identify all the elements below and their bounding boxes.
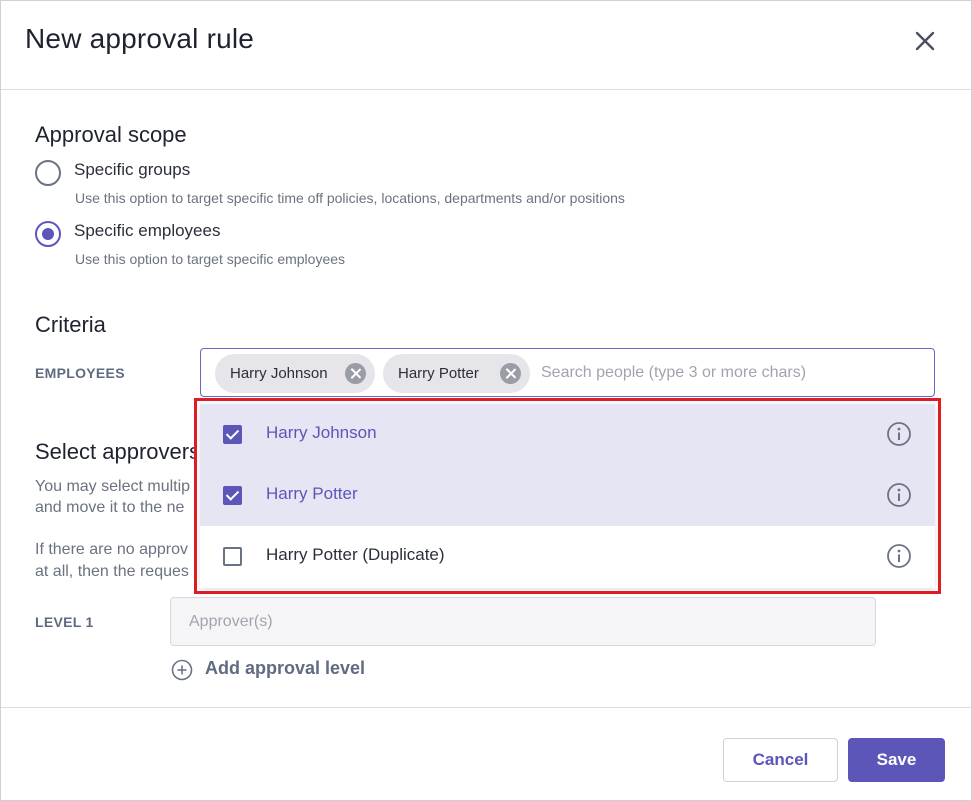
cancel-button[interactable]: Cancel — [723, 738, 838, 782]
info-icon[interactable] — [886, 482, 912, 508]
people-search-input[interactable] — [539, 359, 929, 387]
close-icon — [915, 31, 935, 51]
remove-chip-icon[interactable] — [500, 363, 521, 384]
plus-circle-icon — [171, 659, 193, 681]
approvers-description: and move it to the ne — [35, 499, 185, 516]
option-checkbox[interactable] — [223, 486, 242, 505]
chip-label: Harry Potter — [398, 365, 479, 382]
radio-button-checked[interactable] — [35, 221, 61, 247]
info-icon[interactable] — [886, 421, 912, 447]
dropdown-option[interactable]: Harry Potter (Duplicate) — [200, 526, 935, 587]
employee-dropdown-list: Harry Johnson Harry Potter Harry Potter … — [200, 404, 935, 588]
info-icon[interactable] — [886, 543, 912, 569]
approvers-description: If there are no approv — [35, 541, 188, 558]
approver-input[interactable] — [170, 597, 876, 646]
approvers-description: at all, then the reques — [35, 563, 189, 580]
select-approvers-heading: Select approvers — [35, 439, 195, 464]
dropdown-option[interactable]: Harry Potter — [200, 465, 935, 526]
employees-label: EMPLOYEES — [35, 365, 125, 381]
level-1-label: LEVEL 1 — [35, 614, 94, 630]
remove-chip-icon[interactable] — [345, 363, 366, 384]
dialog-header: New approval rule — [1, 1, 971, 90]
radio-label: Specific employees — [74, 221, 221, 240]
close-button[interactable] — [911, 27, 939, 55]
employee-multiselect[interactable]: Harry Johnson Harry Potter — [200, 348, 935, 397]
criteria-heading: Criteria — [35, 312, 106, 337]
save-button[interactable]: Save — [848, 738, 945, 782]
radio-button[interactable] — [35, 160, 61, 186]
chip-harry-johnson: Harry Johnson — [215, 354, 375, 393]
approval-scope-heading: Approval scope — [35, 122, 187, 147]
approvers-description: You may select multip — [35, 478, 191, 495]
option-label: Harry Potter — [266, 484, 358, 503]
option-checkbox[interactable] — [223, 547, 242, 566]
option-label: Harry Potter (Duplicate) — [266, 545, 445, 564]
footer-divider — [1, 707, 971, 708]
option-label: Harry Johnson — [266, 423, 377, 442]
option-checkbox[interactable] — [223, 425, 242, 444]
chip-harry-potter: Harry Potter — [383, 354, 530, 393]
radio-help-text: Use this option to target specific time … — [75, 190, 625, 206]
chip-label: Harry Johnson — [230, 365, 328, 382]
add-approval-level-label: Add approval level — [205, 658, 366, 678]
approval-rule-dialog: New approval rule Approval scope Specifi… — [0, 0, 972, 801]
dropdown-option[interactable]: Harry Johnson — [200, 404, 935, 465]
radio-label: Specific groups — [74, 160, 191, 179]
radio-help-text: Use this option to target specific emplo… — [75, 251, 346, 267]
dialog-title: New approval rule — [25, 23, 255, 54]
